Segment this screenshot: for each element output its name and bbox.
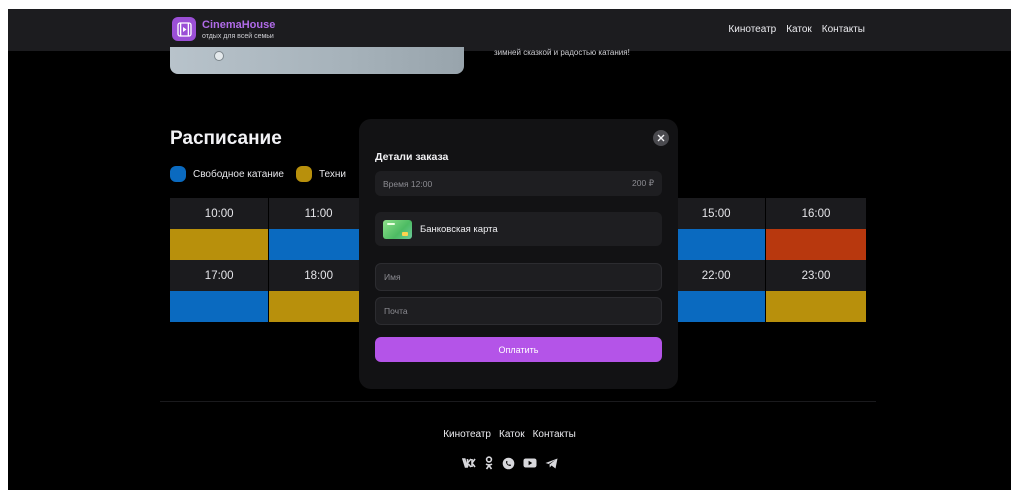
order-price: 200 ₽: [632, 178, 654, 188]
legend-item-free: Свободное катание: [170, 166, 284, 182]
name-field[interactable]: [375, 263, 662, 291]
footer-nav-cinema[interactable]: Кинотеатр: [443, 429, 491, 440]
time-slot[interactable]: [766, 229, 866, 260]
brand-name[interactable]: CinemaHouse: [202, 19, 275, 31]
site-header: CinemaHouse отдых для всей семьи Кинотеа…: [8, 9, 1011, 51]
time-slot[interactable]: [766, 291, 866, 322]
time-cell: 23:00: [766, 260, 866, 291]
time-cell: 22:00: [666, 260, 767, 291]
legend-label-technical: Техни: [318, 168, 346, 180]
time-slot[interactable]: [666, 291, 767, 322]
legend-swatch-free: [170, 166, 186, 182]
legend-label-free: Свободное катание: [193, 168, 284, 180]
schedule-title: Расписание: [170, 128, 282, 149]
payment-method-option[interactable]: Банковская карта: [375, 212, 662, 246]
nav-rink[interactable]: Каток: [786, 24, 812, 35]
order-modal: Детали заказа Время 12:00 200 ₽ Банковск…: [359, 119, 678, 389]
time-cell: 18:00: [269, 260, 369, 291]
logo-icon[interactable]: [172, 17, 196, 41]
brand-tagline: отдых для всей семьи: [202, 33, 274, 40]
telegram-icon[interactable]: [545, 458, 558, 469]
header-nav: Кинотеатр Каток Контакты: [728, 24, 865, 35]
schedule-legend: Свободное катание Техни: [170, 166, 358, 182]
whatsapp-icon[interactable]: [502, 457, 515, 470]
hero-image: [170, 47, 464, 74]
legend-item-technical: Техни: [295, 166, 346, 182]
order-summary: Время 12:00 200 ₽: [375, 171, 662, 196]
time-slot[interactable]: [170, 291, 270, 322]
nav-contacts[interactable]: Контакты: [822, 24, 865, 35]
time-cell: 11:00: [269, 198, 369, 229]
time-cell: 15:00: [666, 198, 767, 229]
time-cell: 17:00: [170, 260, 270, 291]
footer-nav: Кинотеатр Каток Контакты: [8, 429, 1011, 440]
footer-divider: [160, 401, 876, 402]
time-cell: 10:00: [170, 198, 270, 229]
hero-ornament: [214, 51, 224, 61]
hero-text: зимней сказкой и радостью катания!: [494, 48, 630, 57]
time-slot[interactable]: [170, 229, 270, 260]
bank-card-icon: [383, 219, 412, 239]
order-time: Время 12:00: [383, 178, 433, 189]
time-slot[interactable]: [269, 291, 369, 322]
vk-icon[interactable]: [461, 458, 476, 468]
social-links: [8, 456, 1011, 470]
email-field[interactable]: [375, 297, 662, 325]
modal-title: Детали заказа: [375, 151, 449, 163]
time-slot[interactable]: [269, 229, 369, 260]
youtube-icon[interactable]: [523, 458, 537, 468]
pay-button[interactable]: Оплатить: [375, 337, 662, 362]
odnoklassniki-icon[interactable]: [484, 456, 494, 470]
nav-cinema[interactable]: Кинотеатр: [728, 24, 776, 35]
time-cell: 16:00: [766, 198, 866, 229]
time-slot[interactable]: [666, 229, 767, 260]
legend-swatch-technical: [295, 166, 312, 182]
footer-nav-contacts[interactable]: Контакты: [533, 429, 576, 440]
footer-nav-rink[interactable]: Каток: [499, 429, 525, 440]
close-icon[interactable]: [653, 130, 669, 146]
payment-method-label: Банковская карта: [420, 223, 498, 235]
page: CinemaHouse отдых для всей семьи Кинотеа…: [8, 9, 1011, 490]
